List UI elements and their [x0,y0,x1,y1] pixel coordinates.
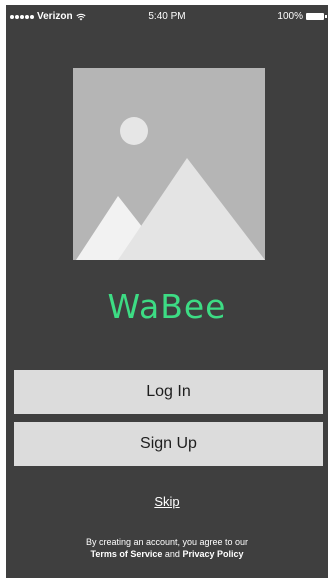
terms-links: Terms of Service and Privacy Policy [6,548,328,560]
battery-percent: 100% [277,11,303,22]
login-button[interactable]: Log In [14,370,323,414]
skip-link[interactable]: Skip [6,494,328,509]
terms-and: and [164,549,183,559]
signup-button[interactable]: Sign Up [14,422,323,466]
terms-notice: By creating an account, you agree to our… [6,536,328,560]
terms-intro: By creating an account, you agree to our [85,537,249,547]
app-logo: WaBee [107,287,227,326]
terms-of-service-link[interactable]: Terms of Service [91,549,163,559]
status-right: 100% [277,11,327,22]
privacy-policy-link[interactable]: Privacy Policy [182,549,243,559]
battery-icon [306,13,327,20]
status-bar: Verizon 5:40 PM 100% [6,5,328,25]
app-screen: Verizon 5:40 PM 100% WaBee Log In Sign U… [6,5,328,578]
image-placeholder-icon [73,68,265,260]
